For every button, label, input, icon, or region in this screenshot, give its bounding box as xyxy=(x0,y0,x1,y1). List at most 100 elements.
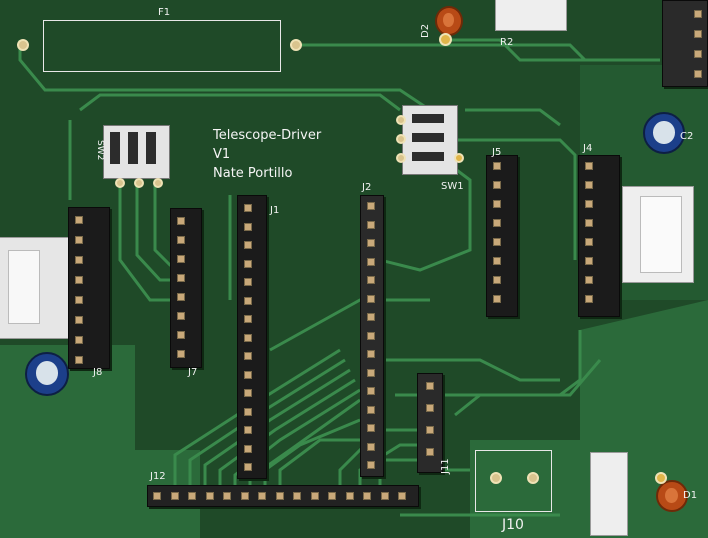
pin xyxy=(275,492,284,500)
pin xyxy=(177,255,185,263)
switch-sw1-pad xyxy=(396,115,406,125)
pin xyxy=(426,448,434,456)
pin xyxy=(585,219,593,227)
pin xyxy=(493,181,501,189)
label-j5: J5 xyxy=(492,147,502,158)
pin xyxy=(177,312,185,320)
pin xyxy=(694,50,702,58)
pin xyxy=(244,463,252,471)
label-j12: J12 xyxy=(150,471,166,482)
label-d1: D1 xyxy=(683,490,698,501)
pin xyxy=(75,336,83,344)
pin xyxy=(694,10,702,18)
pin xyxy=(585,257,593,265)
pin xyxy=(244,407,252,416)
pin xyxy=(367,202,375,210)
pin xyxy=(75,276,83,284)
pin xyxy=(244,296,252,305)
pin xyxy=(75,256,83,264)
pin xyxy=(367,461,375,469)
label-f1: F1 xyxy=(158,7,171,18)
pin xyxy=(177,350,185,358)
pin xyxy=(205,492,214,500)
header-j4 xyxy=(578,155,620,317)
capacitor-left xyxy=(25,352,69,396)
fuse-f1-outline xyxy=(43,20,281,72)
pin xyxy=(426,382,434,390)
pin xyxy=(493,162,501,170)
pin xyxy=(426,426,434,434)
pin xyxy=(493,238,501,246)
pin xyxy=(244,352,252,360)
pin xyxy=(244,259,252,268)
pin xyxy=(367,442,375,451)
pin xyxy=(293,492,301,500)
pin xyxy=(380,492,389,500)
pin xyxy=(585,238,593,246)
switch-sw1-pad xyxy=(396,153,406,163)
board-version: V1 xyxy=(213,147,231,162)
led-d2-pad xyxy=(439,33,452,46)
pin xyxy=(367,387,375,395)
pin xyxy=(244,204,252,212)
pin xyxy=(426,404,434,412)
pin xyxy=(244,241,252,249)
pin xyxy=(694,70,702,78)
pin xyxy=(585,200,593,208)
pin xyxy=(694,30,702,38)
connector-bottom-right xyxy=(590,452,628,536)
pin xyxy=(367,405,375,414)
pin xyxy=(244,222,252,231)
pin xyxy=(170,492,179,500)
label-d2: D2 xyxy=(420,23,431,38)
label-j4: J4 xyxy=(583,143,593,154)
pin xyxy=(75,216,83,224)
pin xyxy=(585,181,593,189)
pin xyxy=(367,424,375,432)
switch-sw2-pad xyxy=(134,178,144,188)
pin xyxy=(75,296,83,304)
pin xyxy=(177,217,185,225)
switch-sw1-lever xyxy=(412,152,444,161)
pin xyxy=(585,162,593,170)
pin xyxy=(398,492,406,500)
connector-j10-outline xyxy=(475,450,552,512)
pin xyxy=(244,389,252,397)
connector-j10-pad xyxy=(490,472,502,484)
pin xyxy=(493,276,501,284)
pin xyxy=(345,492,354,500)
pin xyxy=(188,492,196,500)
header-j8 xyxy=(68,207,110,369)
resistor-r2 xyxy=(495,0,567,31)
switch-sw1-lever xyxy=(412,114,444,123)
pin xyxy=(367,257,375,266)
label-j8: J8 xyxy=(93,367,103,378)
label-c2: C2 xyxy=(680,131,694,142)
label-j10: J10 xyxy=(502,517,524,533)
pin xyxy=(367,368,375,377)
pin xyxy=(367,276,375,284)
header-j1 xyxy=(237,195,267,479)
header-j7 xyxy=(170,208,202,368)
header-j5 xyxy=(486,155,518,317)
switch-sw2-lever xyxy=(128,132,138,164)
label-r2: R2 xyxy=(500,37,514,48)
header-j2 xyxy=(360,195,384,477)
pin xyxy=(177,293,185,301)
switch-sw1-pad xyxy=(396,134,406,144)
pin xyxy=(244,315,252,323)
pcb-board: F1 D2 R2 C2 SW2 Telescope-Driver V1 Nate… xyxy=(0,0,708,538)
pin xyxy=(240,492,249,500)
label-j1: J1 xyxy=(270,205,280,216)
switch-sw2-lever xyxy=(110,132,120,164)
label-j7: J7 xyxy=(188,367,198,378)
led-d2 xyxy=(435,6,463,36)
board-author: Nate Portillo xyxy=(213,166,293,181)
pin xyxy=(75,356,83,364)
pin xyxy=(258,492,266,500)
connector-j8-slot xyxy=(8,250,40,324)
connector-j4-slot xyxy=(640,196,682,273)
switch-sw2-pad xyxy=(115,178,125,188)
fuse-f1-pad-left xyxy=(17,39,29,51)
label-j11: J11 xyxy=(440,458,451,474)
